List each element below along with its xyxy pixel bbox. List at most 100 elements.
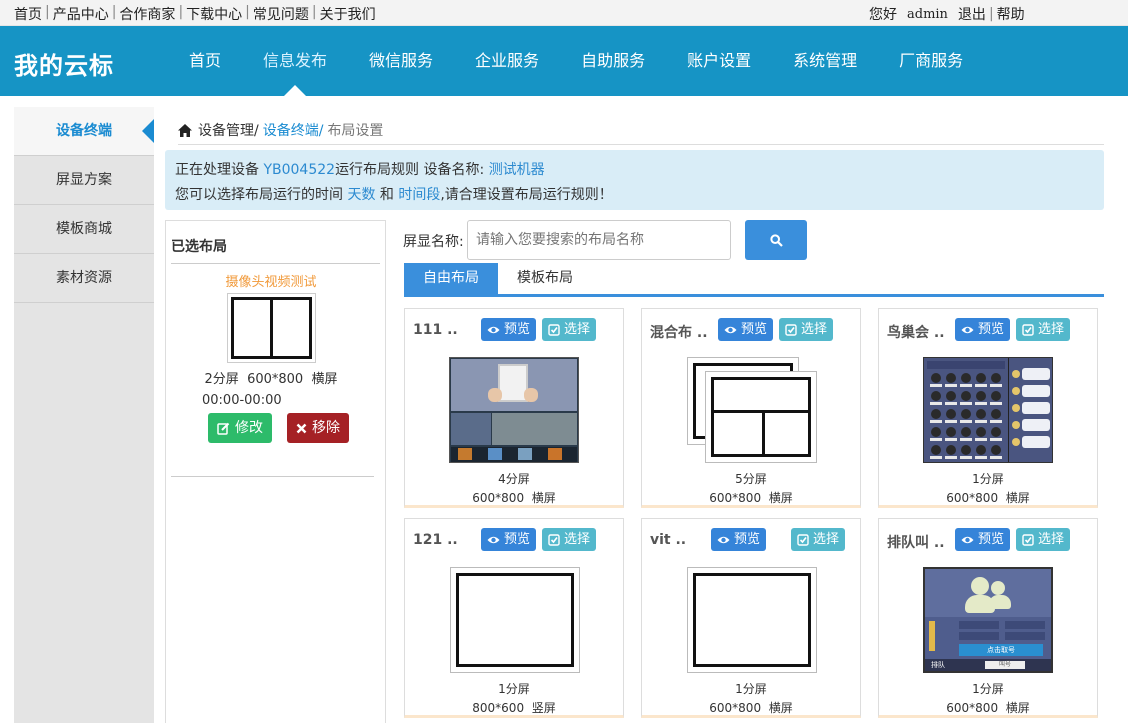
choose-label: 选择	[564, 322, 591, 337]
site-logo[interactable]: 我的云标	[14, 46, 114, 81]
layout-spec: 600*800 横屏	[642, 699, 860, 716]
info-notice: 正在处理设备 YB004522运行布局规则 设备名称: 测试机器 您可以选择布局…	[165, 150, 1104, 210]
preview-label: 预览	[978, 532, 1005, 547]
preview-label: 预览	[978, 322, 1005, 337]
run-time: 00:00-00:00	[202, 393, 282, 408]
preview-button[interactable]: 预览	[481, 318, 537, 341]
eye-icon	[717, 535, 730, 545]
layout-card[interactable]: 121 .. 预览 选择 1分屏 800*600 竖屏	[404, 518, 624, 718]
notice-text: 和	[379, 187, 394, 203]
top-link-partners[interactable]: 合作商家	[119, 4, 175, 24]
layout-orientation: 竖屏	[531, 701, 556, 715]
panel-title: 已选布局	[171, 236, 380, 264]
layout-name: 111 ..	[413, 322, 458, 338]
logout-link[interactable]: 退出	[958, 4, 986, 24]
choose-button[interactable]: 选择	[542, 318, 597, 341]
sidebar-item-display-plans[interactable]: 屏显方案	[14, 156, 154, 205]
choose-button[interactable]: 选择	[1016, 318, 1071, 341]
nav-item-vendor[interactable]: 厂商服务	[878, 26, 984, 96]
choose-label: 选择	[564, 532, 591, 547]
choose-button[interactable]: 选择	[791, 528, 846, 551]
search-label: 屏显名称:	[403, 234, 464, 250]
sidebar-item-devices[interactable]: 设备终端	[14, 107, 154, 156]
username-link[interactable]: admin	[907, 7, 948, 22]
preview-label: 预览	[734, 532, 761, 547]
selected-layout-thumbnail[interactable]	[227, 293, 316, 363]
period-link[interactable]: 时间段	[398, 187, 440, 203]
top-link-faq[interactable]: 常见问题	[253, 4, 309, 24]
notice-text: 运行布局规则 设备名称:	[335, 162, 485, 178]
layout-card[interactable]: 鸟巢会 .. 预览 选择 1分屏 600*800 横屏	[878, 308, 1098, 508]
greeting-text: 您好	[869, 7, 897, 23]
breadcrumb-device-terminal[interactable]: 设备终端/	[263, 120, 324, 140]
nav-item-system[interactable]: 系统管理	[772, 26, 878, 96]
days-link[interactable]: 天数	[347, 187, 375, 203]
breadcrumb-layout-settings: 布局设置	[327, 123, 384, 139]
layout-thumbnail[interactable]	[449, 357, 579, 463]
search-input[interactable]	[467, 220, 731, 260]
eye-icon	[487, 325, 500, 335]
layout-resolution: 600*800	[472, 491, 525, 505]
layout-card[interactable]: 混合布 .. 预览 选择 5分屏 600*800 横屏	[641, 308, 861, 508]
layout-card[interactable]: 111 .. 预览 选择 4分屏 600*800 横屏	[404, 308, 624, 508]
nav-item-publish[interactable]: 信息发布	[242, 26, 348, 96]
check-icon	[1022, 323, 1034, 336]
selected-layout-name[interactable]: 摄像头视频测试	[166, 271, 376, 290]
layout-split: 1分屏	[972, 472, 1004, 486]
nav-item-self-service[interactable]: 自助服务	[560, 26, 666, 96]
nav-item-wechat[interactable]: 微信服务	[348, 26, 454, 96]
preview-button[interactable]: 预览	[955, 318, 1011, 341]
layout-orientation: 横屏	[768, 701, 793, 715]
eye-icon	[487, 535, 500, 545]
preview-label: 预览	[504, 532, 531, 547]
choose-button[interactable]: 选择	[1016, 528, 1071, 551]
layout-resolution: 600*800	[709, 701, 762, 715]
eye-icon	[724, 325, 737, 335]
sidebar-item-assets[interactable]: 素材资源	[14, 254, 154, 303]
choose-button[interactable]: 选择	[542, 528, 597, 551]
layout-orientation: 横屏	[1005, 701, 1030, 715]
preview-button[interactable]: 预览	[711, 528, 767, 551]
layout-name: vit ..	[650, 532, 687, 548]
layout-split: 1分屏	[972, 682, 1004, 696]
remove-button[interactable]: 移除	[287, 413, 349, 443]
layout-card[interactable]: vit .. 预览 选择 1分屏 600*800 横屏	[641, 518, 861, 718]
breadcrumb-device-management[interactable]: 设备管理/	[198, 120, 259, 140]
sidebar-item-template-store[interactable]: 模板商城	[14, 205, 154, 254]
remove-label: 移除	[312, 420, 340, 436]
eye-icon	[961, 535, 974, 545]
layout-thumbnail[interactable]	[923, 357, 1053, 463]
choose-button[interactable]: 选择	[779, 318, 834, 341]
layout-resolution: 600*800	[946, 701, 999, 715]
preview-button[interactable]: 预览	[718, 318, 774, 341]
top-links-bar: 首页 | 产品中心 | 合作商家 | 下载中心 | 常见问题 | 关于我们 您好 admi…	[0, 0, 1128, 26]
edit-label: 修改	[235, 420, 263, 436]
help-link[interactable]: 帮助	[997, 4, 1025, 24]
tab-template-layout[interactable]: 模板布局	[498, 263, 592, 294]
device-name: 测试机器	[488, 162, 545, 178]
preview-button[interactable]: 预览	[955, 528, 1011, 551]
top-link-home[interactable]: 首页	[14, 4, 42, 24]
layout-thumbnail[interactable]	[450, 567, 580, 673]
top-link-products[interactable]: 产品中心	[53, 4, 109, 24]
top-link-download[interactable]: 下载中心	[186, 4, 242, 24]
top-link-about[interactable]: 关于我们	[320, 4, 376, 24]
choose-label: 选择	[801, 322, 828, 337]
layout-thumbnail[interactable]	[687, 357, 817, 463]
check-icon	[548, 533, 560, 546]
search-button[interactable]	[745, 220, 807, 260]
home-icon[interactable]	[178, 123, 192, 137]
queue-input-label: 叫号	[985, 661, 1025, 669]
layout-thumbnail[interactable]	[687, 567, 817, 673]
notice-text: ,请合理设置布局运行规则！	[440, 187, 613, 203]
edit-button[interactable]: 修改	[208, 413, 272, 443]
tab-free-layout[interactable]: 自由布局	[404, 263, 498, 294]
nav-item-home[interactable]: 首页	[168, 26, 242, 96]
layout-thumbnail[interactable]: 点击取号 排队 叫号	[923, 567, 1053, 673]
preview-button[interactable]: 预览	[481, 528, 537, 551]
check-icon	[1022, 533, 1034, 546]
layout-card[interactable]: 排队叫 .. 预览 选择 点击取号 排队 叫号 1分屏 600*800 横屏	[878, 518, 1098, 718]
check-icon	[785, 323, 797, 336]
nav-item-enterprise[interactable]: 企业服务	[454, 26, 560, 96]
nav-item-account[interactable]: 账户设置	[666, 26, 772, 96]
